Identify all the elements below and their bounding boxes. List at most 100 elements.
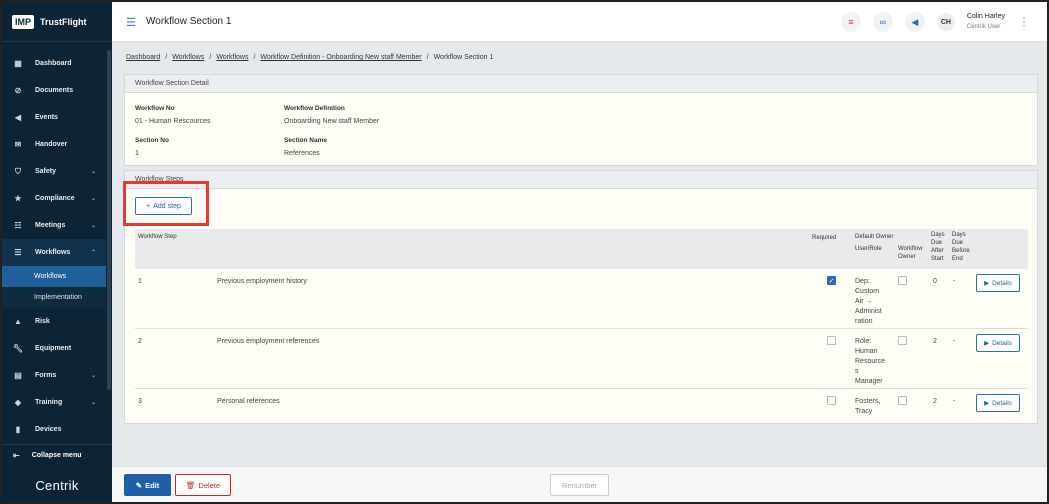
breadcrumb-workflows-list[interactable]: Workflows: [216, 54, 248, 61]
collapse-menu-button[interactable]: ⇤ Collapse menu: [2, 444, 112, 466]
brand-name: TrustFlight: [40, 16, 87, 27]
workflow-owner-checkbox[interactable]: [898, 336, 907, 345]
sidebar-item-training[interactable]: ◆ Training ⌄: [2, 389, 106, 416]
sidebar-item-label: Events: [35, 114, 58, 121]
devices-icon: ▮: [15, 425, 21, 434]
award-icon: ★: [14, 194, 22, 203]
table-header: Workflow Step Required Default Owner Use…: [135, 229, 1028, 269]
step-name: Previous employment references: [217, 338, 320, 345]
link-button[interactable]: ∞: [872, 12, 893, 32]
sidebar-item-risk[interactable]: ▲ Risk: [2, 308, 106, 335]
table-row: 1 Previous employment history ✓ Dep: Cust…: [135, 269, 1028, 329]
days-before-end: -: [953, 338, 956, 345]
sidebar-item-devices[interactable]: ▮ Devices: [2, 416, 106, 443]
sidebar-item-documents[interactable]: ⊘ Documents: [2, 77, 106, 104]
card-header: Workflow Section Detail: [125, 75, 1037, 93]
sidebar-item-equipment[interactable]: 🔧︎ Equipment: [2, 335, 106, 362]
sidebar-item-dashboard[interactable]: ▦ Dashboard: [2, 50, 106, 77]
brand-logo: IMP: [12, 14, 35, 29]
sidebar-item-compliance[interactable]: ★ Compliance ⌄: [2, 185, 106, 212]
more-vertical-icon[interactable]: ⋮: [1019, 17, 1029, 28]
workflow-definition-value: Onboarding New staff Member: [284, 118, 380, 125]
section-name-value: References: [284, 150, 320, 157]
breadcrumb-workflow-definition[interactable]: Workflow Definition - Onboarding New sta…: [260, 54, 421, 61]
sidebar-item-safety[interactable]: ⛉ Safety ⌄: [2, 158, 106, 185]
details-label: Details: [992, 339, 1012, 347]
sidebar-item-label: Handover: [35, 141, 68, 148]
breadcrumb-workflows[interactable]: Workflows: [172, 54, 204, 61]
chevron-up-icon: ⌃: [90, 250, 96, 256]
shield-icon: ⛉: [15, 166, 21, 176]
details-button[interactable]: ▶ Details: [976, 334, 1020, 352]
sidebar-item-forms[interactable]: ▤ Forms ⌄: [2, 362, 106, 389]
people-icon: ☷: [14, 221, 22, 230]
delete-label: Delete: [198, 480, 221, 490]
top-actions: ≡ ∞ ◀ CH Colin Harley Centrik User ⋮: [840, 12, 1029, 32]
sidebar-subitem-workflows[interactable]: Workflows: [2, 266, 106, 287]
card-header: Workflow Steps: [125, 171, 1037, 189]
sidebar-scrollbar[interactable]: [107, 50, 111, 390]
owner-line: Role:: [855, 338, 872, 345]
sidebar-item-label: Meetings: [35, 222, 66, 229]
sidebar-item-meetings[interactable]: ☷ Meetings ⌄: [2, 212, 106, 239]
breadcrumb-separator: /: [253, 54, 256, 61]
wrench-icon: 🔧︎: [12, 344, 24, 353]
sidebar-item-label: Risk: [35, 318, 50, 325]
sidebar-item-label: Documents: [35, 87, 74, 94]
megaphone-icon: ◀: [911, 16, 919, 27]
megaphone-icon: ◀: [14, 113, 22, 122]
sidebar-item-label: Workflows: [35, 249, 71, 256]
workflow-definition-label: Workflow Definition: [284, 105, 345, 112]
step-number: 2: [138, 338, 142, 345]
default-owner: Fosters, Tracy: [855, 397, 880, 417]
col-days-due-before-end: Days Due Before End: [952, 231, 970, 263]
sidebar-item-events[interactable]: ◀ Events: [2, 104, 106, 131]
sidebar-item-workflows[interactable]: ☰ Workflows ⌃: [2, 239, 106, 266]
collapse-icon: ⇤: [13, 451, 20, 460]
delete-button[interactable]: 🗑︎ Delete: [175, 474, 231, 496]
sidebar-subitem-implementation[interactable]: Implementation: [2, 287, 106, 308]
owner-line: s: [855, 368, 859, 375]
renumber-button[interactable]: Renumber: [550, 474, 609, 496]
chevron-down-icon: ⌄: [90, 400, 96, 406]
collapse-label: Collapse menu: [31, 452, 82, 459]
step-name: Previous employment history: [217, 278, 307, 285]
details-button[interactable]: ▶ Details: [976, 394, 1020, 412]
col-days-after-line: After: [931, 248, 944, 254]
sidebar-item-handover[interactable]: ✉ Handover: [2, 131, 106, 158]
days-after-start: 0: [933, 278, 937, 285]
edit-icon: ✎: [135, 480, 143, 490]
breadcrumb-dashboard[interactable]: Dashboard: [126, 54, 160, 61]
required-checkbox[interactable]: [827, 396, 836, 405]
edit-button[interactable]: ✎ Edit: [124, 474, 171, 496]
sidebar-nav: ▦ Dashboard ⊘ Documents ◀ Events ✉ Handover …: [2, 50, 106, 443]
breadcrumb-separator: /: [209, 54, 212, 61]
table-row: 3 Personal references Fosters, Tracy 2 - …: [135, 389, 1028, 423]
announcement-button[interactable]: ◀: [904, 12, 925, 32]
details-button[interactable]: ▶ Details: [976, 274, 1020, 292]
chevron-down-icon: ⌄: [90, 196, 96, 202]
col-default-owner: Default Owner: [855, 234, 894, 240]
owner-line: Administ: [855, 308, 882, 315]
user-role: Centrik User: [966, 24, 1001, 30]
play-icon: ▶: [984, 280, 990, 287]
col-days-before-line: Before: [952, 248, 970, 254]
step-number: 1: [138, 278, 142, 285]
required-checkbox[interactable]: [827, 336, 836, 345]
breadcrumb-separator: /: [165, 54, 168, 61]
workflow-owner-checkbox[interactable]: [898, 396, 907, 405]
sidebar-item-label: Forms: [35, 372, 57, 379]
avatar[interactable]: CH: [936, 13, 955, 31]
workflow-owner-checkbox[interactable]: [898, 276, 907, 285]
breadcrumb-separator: /: [426, 54, 429, 61]
user-info[interactable]: Colin Harley Centrik User: [967, 12, 1005, 32]
col-days-before-line: Days: [952, 232, 966, 238]
highlight-box: [123, 181, 209, 226]
col-required: Required: [812, 235, 837, 241]
brand[interactable]: IMP TrustFlight: [2, 2, 112, 42]
details-label: Details: [992, 279, 1012, 287]
col-days-due-after-start: Days Due After Start: [931, 231, 945, 263]
play-icon: ▶: [984, 400, 990, 407]
stack-button[interactable]: ≡: [840, 12, 861, 32]
required-checkbox[interactable]: ✓: [827, 276, 836, 285]
